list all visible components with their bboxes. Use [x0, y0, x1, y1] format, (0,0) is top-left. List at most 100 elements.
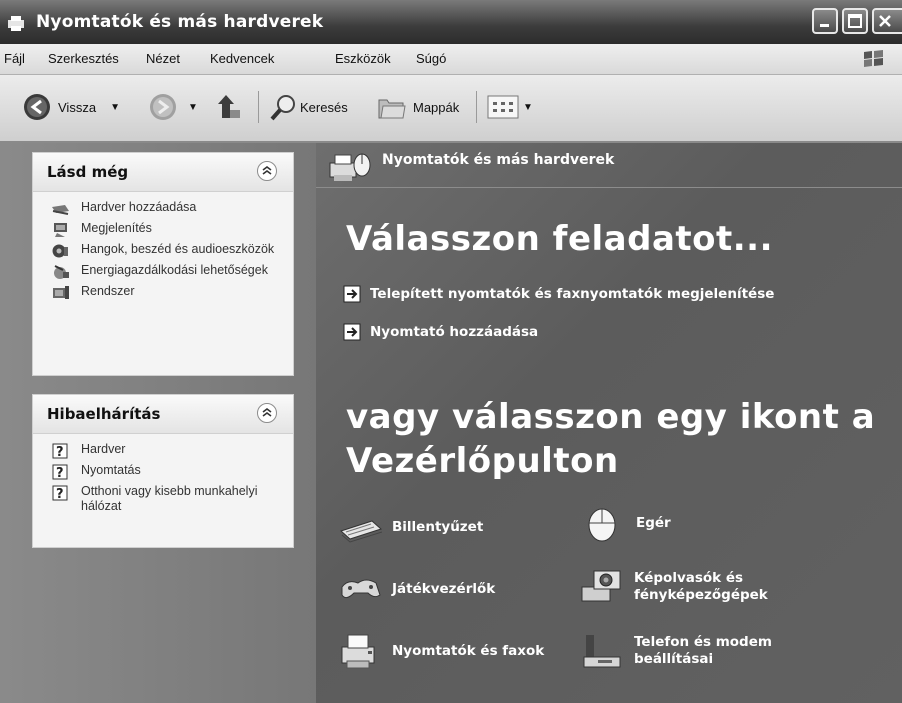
back-arrow-icon	[24, 94, 50, 120]
menu-file[interactable]: Fájl	[4, 51, 25, 66]
views-grid-icon	[487, 95, 519, 119]
task-pane: Lásd még Hardver hozzáadása Megjelenítés	[0, 143, 316, 703]
arrow-right-icon	[343, 285, 361, 303]
troubleshoot-item[interactable]: ? Nyomtatás	[33, 461, 293, 482]
see-also-item-label: Hardver hozzáadása	[81, 200, 197, 214]
printer-app-icon	[8, 16, 24, 31]
header-divider	[316, 187, 902, 188]
pick-icon-heading: vagy válasszon egy ikont a Vezérlőpulton	[346, 397, 876, 481]
maximize-button[interactable]	[842, 8, 868, 34]
troubleshoot-item-label: Nyomtatás	[81, 463, 141, 477]
see-also-title: Lásd még	[47, 163, 129, 181]
menu-bar: Fájl Szerkesztés Nézet Kedvencek Eszközö…	[0, 44, 902, 75]
cp-label: Billentyűzet	[392, 518, 484, 535]
cp-game-controllers[interactable]: Játékvezérlők	[338, 569, 495, 609]
menu-tools[interactable]: Eszközök	[335, 51, 391, 66]
content-area: Nyomtatók és más hardverek Válasszon fel…	[316, 143, 902, 703]
search-icon	[270, 95, 295, 121]
sound-icon	[52, 244, 68, 258]
windows-logo-icon	[864, 50, 883, 67]
cp-mouse[interactable]: Egér	[582, 503, 671, 543]
cp-phone-modem[interactable]: Telefon és modem beállításai	[580, 631, 784, 671]
see-also-item[interactable]: Megjelenítés	[33, 219, 293, 240]
arrow-right-icon	[343, 323, 361, 341]
forward-arrow-icon	[150, 94, 176, 120]
see-also-item-label: Megjelenítés	[81, 221, 152, 235]
views-dropdown-icon[interactable]: ▼	[523, 102, 533, 113]
back-button[interactable]: Vissza ▼	[22, 89, 120, 125]
menu-edit[interactable]: Szerkesztés	[48, 51, 119, 66]
help-icon: ?	[52, 485, 68, 501]
pick-task-heading: Válasszon feladatot...	[346, 219, 774, 259]
menu-help[interactable]: Súgó	[416, 51, 446, 66]
cp-label: Egér	[636, 514, 671, 531]
minimize-icon	[820, 24, 829, 27]
up-button[interactable]	[216, 89, 242, 125]
explorer-window: Nyomtatók és más hardverek Fájl Szerkesz…	[0, 0, 902, 703]
back-label: Vissza	[58, 99, 97, 115]
maximize-icon	[848, 14, 862, 28]
see-also-header[interactable]: Lásd még	[33, 153, 293, 192]
chevron-up-icon	[262, 166, 272, 175]
troubleshoot-item-label: Otthoni vagy kisebb munkahelyi hálózat	[81, 484, 258, 513]
back-dropdown-icon[interactable]: ▼	[110, 102, 120, 113]
help-icon: ?	[52, 464, 68, 480]
search-label: Keresés	[300, 99, 348, 115]
forward-dropdown-icon[interactable]: ▼	[188, 102, 198, 113]
mouse-icon	[588, 508, 616, 542]
chevron-up-icon	[262, 408, 272, 417]
views-button[interactable]: ▼	[486, 89, 533, 125]
svg-text:?: ?	[56, 445, 64, 459]
menu-favorites[interactable]: Kedvencek	[210, 51, 274, 66]
folders-button[interactable]: Mappák	[375, 89, 459, 125]
cp-scanners-cameras[interactable]: Képolvasók és fényképezőgépek	[580, 567, 784, 607]
see-also-item-label: Rendszer	[81, 284, 135, 298]
search-button[interactable]: Keresés	[268, 89, 348, 125]
help-icon: ?	[52, 443, 68, 459]
scanner-camera-icon	[581, 570, 621, 602]
phone-modem-icon	[583, 635, 621, 668]
up-folder-icon	[218, 95, 240, 118]
task-link-add-printer[interactable]: Nyomtató hozzáadása	[343, 323, 538, 341]
add-hardware-icon	[52, 205, 69, 215]
troubleshoot-collapse-button[interactable]	[257, 403, 277, 423]
task-link-label: Nyomtató hozzáadása	[370, 324, 539, 340]
close-icon	[879, 15, 891, 27]
troubleshoot-panel: Hibaelhárítás ? Hardver ? Nyomtatás ? Ot…	[32, 394, 294, 548]
task-link-show-printers[interactable]: Telepített nyomtatók és faxnyomtatók meg…	[343, 285, 774, 303]
cp-label: Képolvasók és fényképezőgépek	[634, 570, 768, 603]
toolbar-separator	[258, 91, 259, 123]
forward-button[interactable]: ▼	[148, 89, 198, 125]
see-also-item[interactable]: Hardver hozzáadása	[33, 198, 293, 219]
page-header-title: Nyomtatók és más hardverek	[382, 152, 615, 168]
close-button[interactable]	[872, 8, 902, 34]
svg-text:?: ?	[56, 466, 64, 480]
cp-printers-faxes[interactable]: Nyomtatók és faxok	[338, 631, 544, 671]
troubleshoot-header[interactable]: Hibaelhárítás	[33, 395, 293, 434]
see-also-item-label: Hangok, beszéd és audioeszközök	[81, 242, 275, 256]
menu-view[interactable]: Nézet	[146, 51, 180, 66]
task-link-label: Telepített nyomtatók és faxnyomtatók meg…	[370, 286, 775, 302]
cp-label: Telefon és modem beállításai	[634, 634, 772, 667]
folders-icon	[378, 99, 406, 119]
window-title: Nyomtatók és más hardverek	[36, 12, 324, 32]
toolbar: Vissza ▼ ▼ Keresés Mappák ▼	[0, 75, 902, 143]
cp-label: Nyomtatók és faxok	[392, 642, 545, 659]
cp-label: Játékvezérlők	[392, 580, 496, 597]
see-also-item[interactable]: Rendszer	[33, 282, 293, 303]
see-also-item-label: Energiagazdálkodási lehetőségek	[81, 263, 268, 277]
display-icon	[54, 223, 67, 237]
folders-label: Mappák	[413, 99, 460, 115]
see-also-item[interactable]: Hangok, beszéd és audioeszközök	[33, 240, 293, 261]
troubleshoot-title: Hibaelhárítás	[47, 405, 161, 423]
see-also-collapse-button[interactable]	[257, 161, 277, 181]
power-icon	[54, 265, 69, 279]
troubleshoot-item[interactable]: ? Hardver	[33, 440, 293, 461]
cp-keyboard[interactable]: Billentyűzet	[338, 507, 483, 547]
title-bar[interactable]: Nyomtatók és más hardverek	[0, 0, 902, 44]
toolbar-separator	[476, 91, 477, 123]
see-also-item[interactable]: Energiagazdálkodási lehetőségek	[33, 261, 293, 282]
minimize-button[interactable]	[812, 8, 838, 34]
troubleshoot-item[interactable]: ? Otthoni vagy kisebb munkahelyi hálózat	[33, 482, 293, 516]
svg-text:?: ?	[56, 487, 64, 501]
